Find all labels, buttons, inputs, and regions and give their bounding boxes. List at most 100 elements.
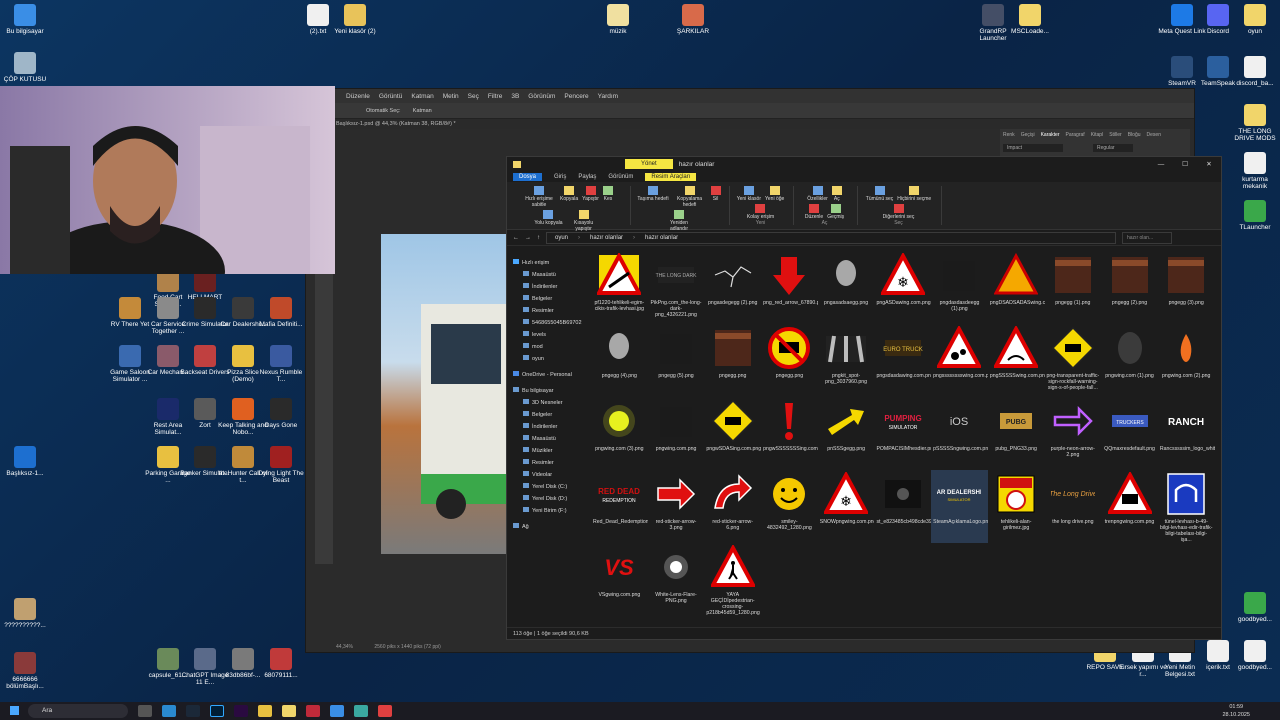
ribbon-button[interactable]: Düzenle bbox=[805, 204, 823, 220]
desktop-icon[interactable]: Bu bilgisayar bbox=[0, 4, 50, 35]
file-item[interactable]: trenpngwing.com.png bbox=[1101, 470, 1158, 543]
ps-menu-item[interactable]: Yardım bbox=[598, 93, 618, 100]
nav-item[interactable]: Ağ bbox=[507, 521, 587, 533]
ps-menu-item[interactable]: Görünüm bbox=[528, 93, 555, 100]
desktop-icon[interactable]: Yeni klasör (2) bbox=[330, 4, 380, 35]
panel-tab[interactable]: Geçişi bbox=[1021, 132, 1035, 138]
ps-menu-item[interactable]: Düzenle bbox=[346, 93, 370, 100]
file-item[interactable]: pngasadsaegg.png bbox=[818, 251, 875, 324]
close-icon[interactable]: ✕ bbox=[1197, 160, 1221, 168]
desktop-icon[interactable]: Dying Light The Beast bbox=[256, 446, 306, 484]
panel-tab[interactable]: Renk bbox=[1003, 132, 1015, 138]
file-item[interactable]: pngegg (5).png bbox=[648, 324, 705, 397]
photoshop-icon[interactable] bbox=[210, 705, 224, 717]
desktop-icon[interactable]: Days Gone bbox=[256, 398, 306, 429]
file-item[interactable]: pngegg (4).png bbox=[591, 324, 648, 397]
steam-icon[interactable] bbox=[186, 705, 200, 717]
app2-icon[interactable] bbox=[354, 705, 368, 717]
ribbon-button[interactable]: Yeni öğe bbox=[765, 186, 784, 202]
auto-select-value[interactable]: Katman bbox=[413, 108, 432, 114]
file-item[interactable]: pngkit_spot-png_3037960.png bbox=[818, 324, 875, 397]
navigation-pane[interactable]: Hızlı erişim Masaüstü İndirilenler Belgeler… bbox=[507, 257, 587, 627]
file-item[interactable]: YAYA GEÇİDİpedestrian-crossing-p218b45d5… bbox=[704, 543, 761, 616]
nav-item[interactable]: İndirilenler bbox=[507, 421, 587, 433]
nav-item[interactable]: Resimler bbox=[507, 457, 587, 469]
file-item[interactable]: pngwSDASing.com.png bbox=[704, 397, 761, 470]
chrome2-icon[interactable] bbox=[378, 705, 392, 717]
file-item[interactable]: pngegg (1).png bbox=[1045, 251, 1102, 324]
file-item[interactable]: pngwing.com (3).png bbox=[591, 397, 648, 470]
ribbon-button[interactable]: Aç bbox=[831, 186, 842, 202]
panel-tab[interactable]: Bloğu bbox=[1128, 132, 1141, 138]
document-tab[interactable]: Başlıksız-1.psd @ 44,3% (Katman 38, RGB/… bbox=[306, 119, 1194, 129]
file-item[interactable]: PUBG pubg_PNG33.png bbox=[988, 397, 1045, 470]
file-item[interactable]: ❄ pngASDawing.com.png bbox=[874, 251, 931, 324]
ribbon-button[interactable]: Yapıştır bbox=[582, 186, 599, 208]
panel-tab[interactable]: Karakter bbox=[1041, 132, 1060, 138]
ribbon-button[interactable]: Tümünü seç bbox=[866, 186, 893, 202]
desktop-icon[interactable]: discord_ba... bbox=[1230, 56, 1280, 87]
file-item[interactable]: EURO TRUCK pngsdasdawing.com.png bbox=[874, 324, 931, 397]
photoshop-toolbar[interactable] bbox=[315, 264, 333, 564]
file-item[interactable]: pngdasdasdeegg (1).png bbox=[931, 251, 988, 324]
desktop-icon[interactable]: goodbyed... bbox=[1230, 592, 1280, 623]
ps-menu-item[interactable]: Filtre bbox=[488, 93, 502, 100]
file-item[interactable]: red-sticker-arrow-6.png bbox=[704, 470, 761, 543]
nav-item[interactable]: oyun bbox=[507, 353, 587, 365]
file-item[interactable]: CAR DEALERSHIPSIMULATOR SteamAçıklamaLogo… bbox=[931, 470, 988, 543]
task-view-icon[interactable] bbox=[138, 705, 152, 717]
ribbon-button[interactable]: Hiçbirini seçme bbox=[897, 186, 931, 202]
file-item[interactable]: pngSSSSSwing.com.png bbox=[988, 324, 1045, 397]
font-style-field[interactable]: Regular bbox=[1093, 144, 1133, 152]
panel-tab[interactable]: Desen bbox=[1147, 132, 1161, 138]
nav-item[interactable]: 3D Nesneler bbox=[507, 397, 587, 409]
chrome-icon[interactable] bbox=[258, 705, 272, 717]
file-item[interactable]: pf1220-tehlikeli-egim-cikis-trafik-levha… bbox=[591, 251, 648, 324]
file-item[interactable]: purple-neon-arrow-2.png bbox=[1045, 397, 1102, 470]
manage-tab[interactable]: Yönet bbox=[625, 159, 673, 169]
ps-menu-item[interactable]: Pencere bbox=[564, 93, 588, 100]
ribbon-button[interactable]: Hızlı erişime sabitle bbox=[522, 186, 556, 208]
nav-item[interactable]: Belgeler bbox=[507, 293, 587, 305]
up-icon[interactable]: ↑ bbox=[537, 235, 540, 241]
minimize-icon[interactable]: — bbox=[1149, 161, 1173, 168]
desktop-icon[interactable]: ??????????... bbox=[0, 598, 50, 629]
ps-menu-item[interactable]: Seç bbox=[468, 93, 479, 100]
ribbon-tab-2[interactable]: Paylaş bbox=[578, 174, 596, 180]
nav-item[interactable]: İndirilenler bbox=[507, 281, 587, 293]
ribbon-button[interactable]: Taşıma hedefi bbox=[637, 186, 669, 208]
nav-item[interactable]: Yerel Disk (D:) bbox=[507, 493, 587, 505]
file-item[interactable]: The Long Drive the long drive.png bbox=[1045, 470, 1102, 543]
nav-item[interactable]: Yeni Birim (F:) bbox=[507, 505, 587, 517]
nav-item[interactable]: Bu bilgisayar bbox=[507, 385, 587, 397]
file-item[interactable]: ❄ SNOWpngwing.com.png bbox=[818, 470, 874, 543]
nav-item[interactable]: Resimler bbox=[507, 305, 587, 317]
file-item[interactable]: pnSSSgegg.png bbox=[818, 397, 875, 470]
desktop-icon[interactable]: MSCLoade... bbox=[1005, 4, 1055, 35]
forward-icon[interactable]: → bbox=[525, 235, 531, 241]
ps-menu-item[interactable]: Metin bbox=[443, 93, 459, 100]
file-item[interactable]: tünel-levhası-b-49-bilgi-levhası-edir-tr… bbox=[1158, 470, 1215, 543]
desktop-icon[interactable]: oyun bbox=[1230, 4, 1280, 35]
explorer-icon[interactable] bbox=[282, 705, 296, 717]
ps-menu-item[interactable]: 3B bbox=[511, 93, 519, 100]
clock[interactable]: 01:59 28.10.2025 bbox=[1222, 703, 1250, 719]
ribbon-button[interactable]: Yeniden adlandır bbox=[662, 210, 696, 232]
file-explorer-window[interactable]: Yönet hazır olanlar — ☐ ✕ Dosya Giriş Payl… bbox=[506, 156, 1222, 640]
ribbon-button[interactable]: Kopyala bbox=[560, 186, 578, 208]
nav-item[interactable]: Videolar bbox=[507, 469, 587, 481]
edge-icon[interactable] bbox=[162, 705, 176, 717]
address-bar[interactable]: oyun › hazır olanlar › hazır olanlar bbox=[546, 231, 1116, 244]
desktop-icon[interactable]: kurtarma mekanik bbox=[1230, 152, 1280, 190]
file-grid[interactable]: pf1220-tehlikeli-egim-cikis-trafik-levha… bbox=[591, 251, 1215, 623]
file-item[interactable]: smiley-4832492_1280.png bbox=[761, 470, 818, 543]
desktop-icon[interactable]: Başlıksız-1... bbox=[0, 446, 50, 477]
ribbon-button[interactable]: Yolu kopyala bbox=[534, 210, 563, 232]
file-item[interactable]: RANCH Rancsssssim_logo_white.png bbox=[1158, 397, 1215, 470]
nav-item[interactable]: Masaüstü bbox=[507, 433, 587, 445]
ribbon-button[interactable]: Özellikler bbox=[807, 186, 828, 202]
ribbon-tab-4[interactable]: Resim Araçları bbox=[645, 172, 697, 181]
file-item[interactable]: pngegg.png bbox=[704, 324, 761, 397]
breadcrumb-item[interactable]: hazır olanlar bbox=[590, 235, 623, 241]
file-item[interactable]: pngegg (3).png bbox=[1158, 251, 1215, 324]
